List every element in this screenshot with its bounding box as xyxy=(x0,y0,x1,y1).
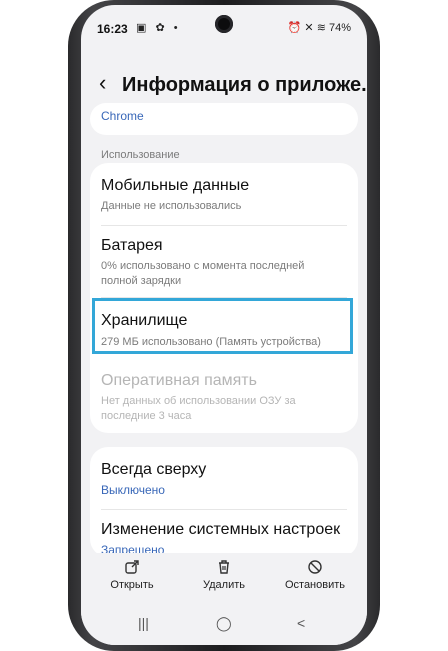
ram-subtitle-line1: Нет данных об использовании ОЗУ за xyxy=(101,395,296,407)
open-button[interactable]: Открыть xyxy=(92,553,172,591)
back-nav-icon[interactable]: < xyxy=(297,615,305,631)
ram-title: Оперативная память xyxy=(101,372,257,389)
advanced-card: Всегда сверху Выключено Изменение систем… xyxy=(90,447,358,557)
always-on-top-status: Выключено xyxy=(101,483,165,497)
ram-subtitle-line2: последние 3 часа xyxy=(101,410,192,422)
force-stop-label: Остановить xyxy=(284,579,346,591)
status-right-icons: ⏰ ✕ ≋ 74% xyxy=(287,22,351,34)
always-on-top-title: Всегда сверху xyxy=(101,461,207,478)
section-usage-label: Использование xyxy=(101,149,180,161)
trash-icon xyxy=(219,560,229,574)
battery-subtitle-line2: полной зарядки xyxy=(101,275,182,287)
home-nav-icon[interactable]: ◯ xyxy=(216,615,232,632)
force-stop-button[interactable]: Остановить xyxy=(275,553,355,591)
storage-highlight-frame xyxy=(92,298,353,354)
browser-value[interactable]: Chrome xyxy=(101,109,144,124)
stop-icon xyxy=(308,560,322,574)
page-title: Информация о приложе... xyxy=(122,74,367,96)
mobile-data-subtitle: Данные не использовались xyxy=(101,200,242,212)
mobile-data-title: Мобильные данные xyxy=(101,177,250,194)
app-header: ‹ Информация о приложе... xyxy=(81,67,367,103)
status-bar: 16:23 ▣ ✿ • ⏰ ✕ ≋ 74% xyxy=(81,5,367,51)
recents-nav-icon[interactable]: ||| xyxy=(138,615,149,631)
front-camera xyxy=(215,15,233,33)
uninstall-label: Удалить xyxy=(203,579,245,591)
uninstall-button[interactable]: Удалить xyxy=(184,553,264,591)
back-arrow-icon[interactable]: ‹ xyxy=(99,70,106,96)
divider xyxy=(101,225,347,226)
notification-icons: ▣ ✿ • xyxy=(136,22,181,34)
open-label: Открыть xyxy=(110,579,154,591)
battery-subtitle-line1: 0% использовано с момента последней xyxy=(101,260,305,272)
divider xyxy=(101,509,347,510)
app-info-card: Chrome xyxy=(90,103,358,135)
modify-settings-title: Изменение системных настроек xyxy=(101,521,341,538)
open-external-icon xyxy=(125,560,139,574)
system-nav-bar: ||| ◯ < xyxy=(81,603,367,645)
status-time: 16:23 xyxy=(97,22,128,36)
bottom-action-bar: Открыть Удалить Остановить xyxy=(81,553,367,603)
phone-screen: 16:23 ▣ ✿ • ⏰ ✕ ≋ 74% ‹ Информация о при… xyxy=(81,5,367,645)
battery-title: Батарея xyxy=(101,237,163,254)
